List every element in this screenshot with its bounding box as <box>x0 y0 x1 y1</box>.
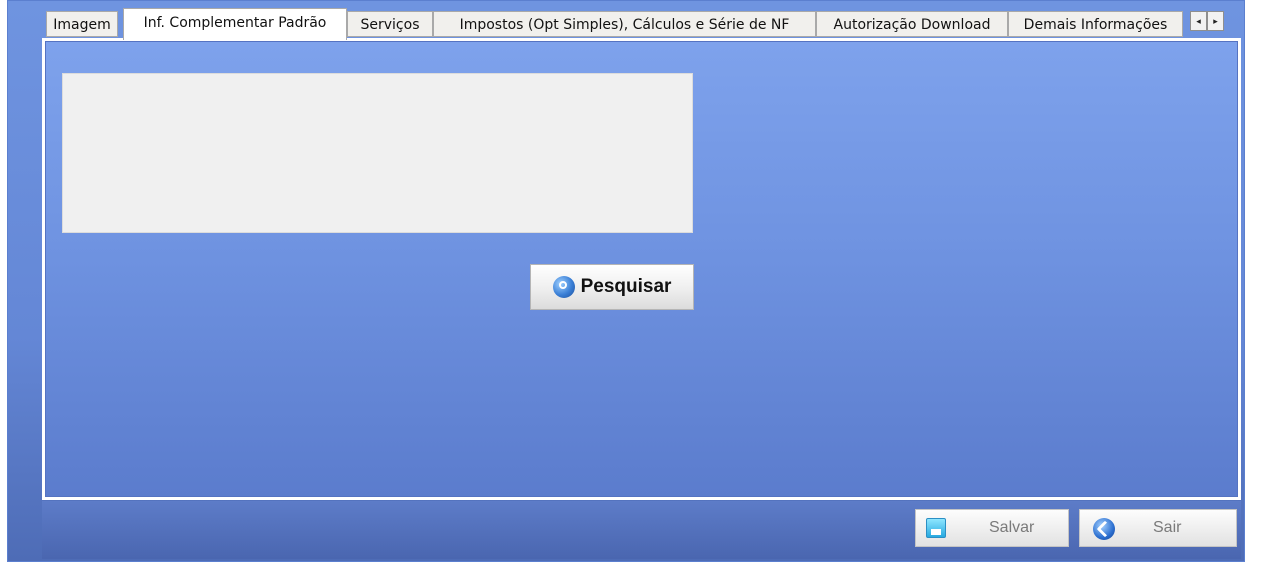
tab-scroll-buttons: ◂ ▸ <box>1190 11 1226 33</box>
save-button-label: Salvar <box>989 519 1035 536</box>
save-button[interactable]: Salvar <box>915 509 1069 547</box>
tab-scroll-left-icon[interactable]: ◂ <box>1190 11 1207 31</box>
tab-strip: Imagem Inf. Complementar Padrão Serviços… <box>46 8 1240 40</box>
tab-demais-informacoes[interactable]: Demais Informações <box>1008 11 1183 37</box>
tab-servicos[interactable]: Serviços <box>347 11 433 37</box>
search-button[interactable]: Pesquisar <box>530 264 694 310</box>
form-frame: Imagem Inf. Complementar Padrão Serviços… <box>7 0 1245 562</box>
tab-autorizacao-download[interactable]: Autorização Download <box>816 11 1008 37</box>
search-button-label: Pesquisar <box>580 276 672 297</box>
exit-icon <box>1093 518 1115 540</box>
exit-button-label: Sair <box>1153 519 1182 536</box>
tab-scroll-right-icon[interactable]: ▸ <box>1207 11 1224 31</box>
save-icon <box>926 518 946 538</box>
tab-inf-complementar-padrao[interactable]: Inf. Complementar Padrão <box>123 8 347 40</box>
exit-button[interactable]: Sair <box>1079 509 1237 547</box>
search-icon <box>552 276 575 298</box>
tab-panel: Pesquisar <box>42 38 1241 500</box>
bottom-bar: Salvar Sair <box>42 501 1241 559</box>
tab-imagem[interactable]: Imagem <box>46 11 118 37</box>
info-text-area[interactable] <box>62 73 693 233</box>
tab-impostos[interactable]: Impostos (Opt Simples), Cálculos e Série… <box>433 11 816 37</box>
